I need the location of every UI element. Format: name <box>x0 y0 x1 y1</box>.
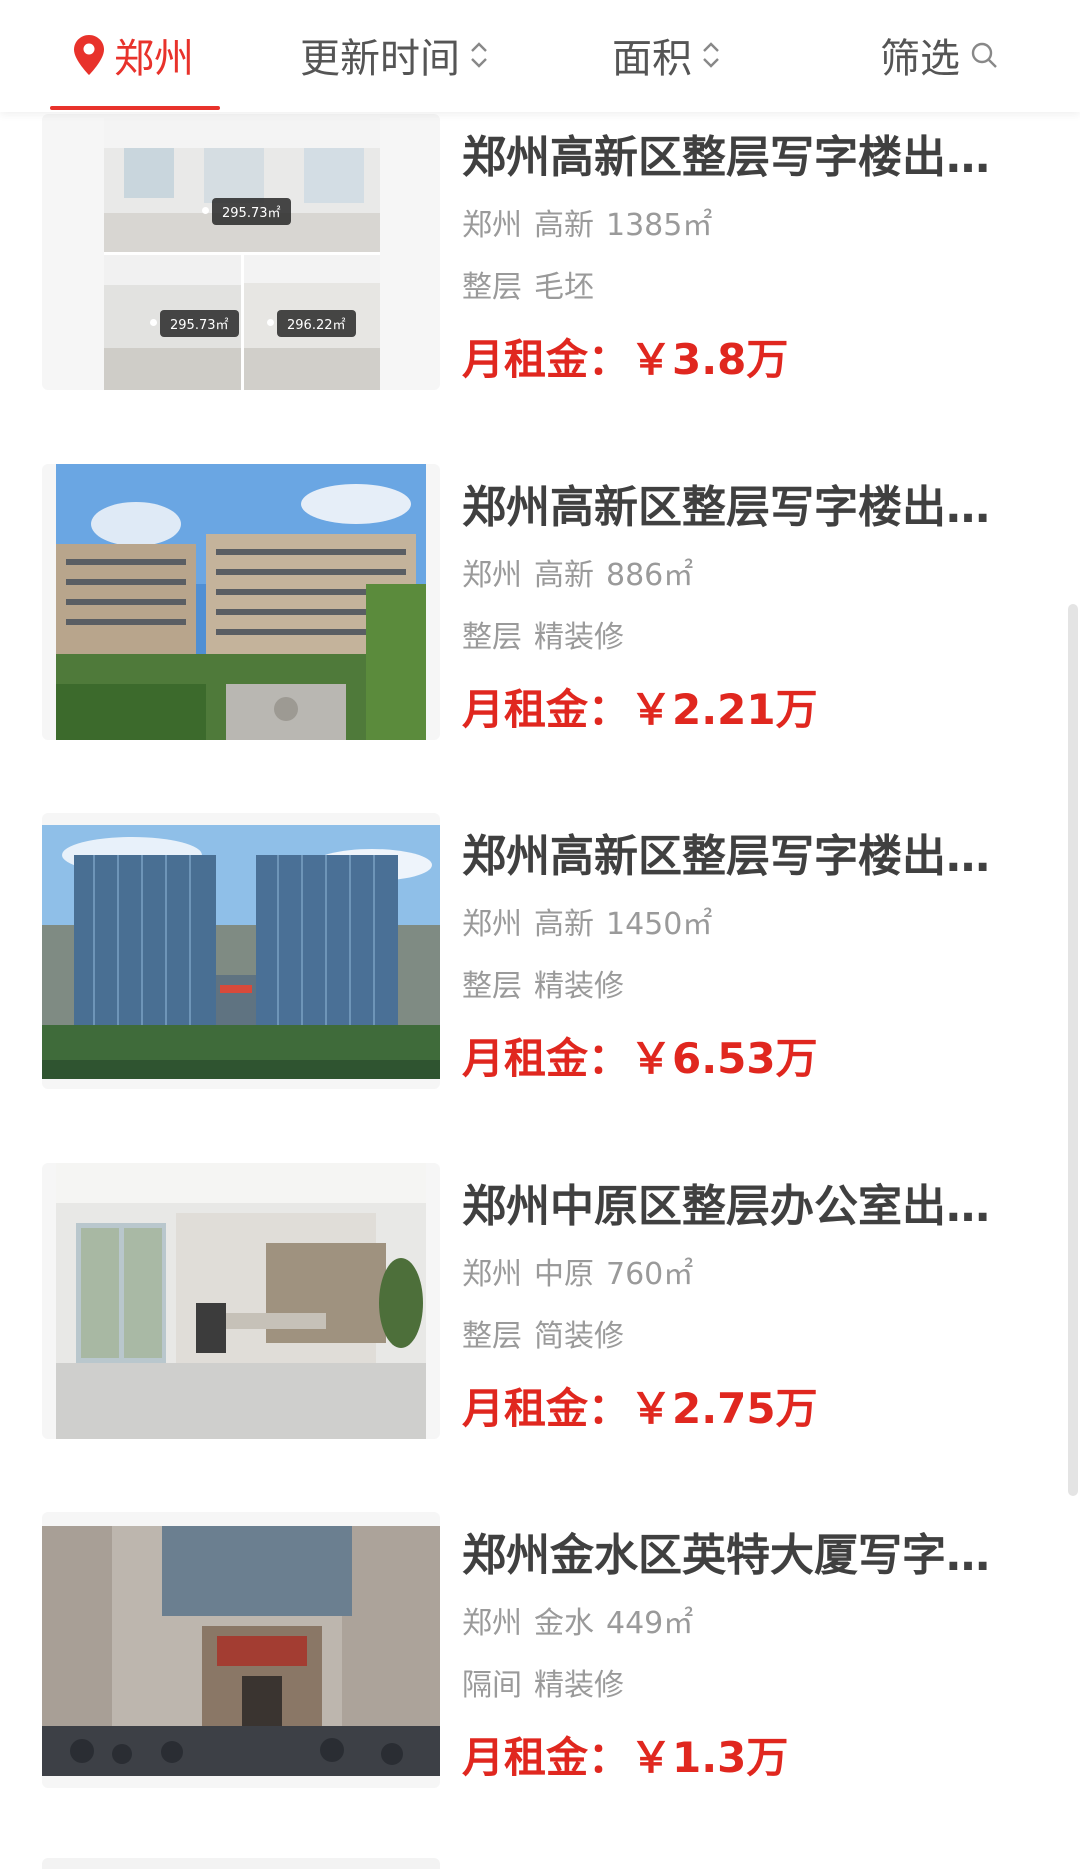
listing-tags: 整层 精装修 <box>462 618 1022 658</box>
sort-icon <box>471 42 487 68</box>
area-label: 面积 <box>612 36 692 82</box>
update-time-label: 更新时间 <box>300 36 460 82</box>
listing-location-size: 郑州 高新 1385㎡ <box>462 206 1022 246</box>
listing-size: 449㎡ <box>606 1606 694 1641</box>
listing-city: 郑州 <box>462 907 522 942</box>
listing-location-size: 郑州 高新 1450㎡ <box>462 905 1022 945</box>
listing-card[interactable]: 郑州中原区整层办公室出… 郑州 中原 760㎡ 整层 简装修 月租金：￥2.75… <box>42 1163 1042 1443</box>
sort-area[interactable]: 面积 <box>612 26 722 84</box>
city-selector[interactable]: 郑州 <box>72 26 194 84</box>
listing-thumbnail[interactable] <box>42 813 440 1089</box>
listing-thumbnail[interactable] <box>42 1512 440 1788</box>
listing-price: 月租金：￥1.3万 <box>462 1733 789 1782</box>
listing-layout: 隔间 <box>462 1668 522 1703</box>
location-pin-icon <box>74 35 104 75</box>
filter-bar: 郑州 更新时间 面积 筛选 <box>0 0 1080 112</box>
listing-title[interactable]: 郑州金水区英特大厦写字… <box>462 1526 1007 1586</box>
listing-decoration: 简装修 <box>534 1319 624 1354</box>
listing-size: 1450㎡ <box>606 907 713 942</box>
building-entrance-image <box>42 1526 440 1776</box>
listing-decoration: 精装修 <box>534 620 624 655</box>
glass-tower-exterior-image <box>42 825 440 1079</box>
listing-title[interactable]: 郑州高新区整层写字楼出… <box>462 128 1007 188</box>
listing-location-size: 郑州 金水 449㎡ <box>462 1604 1022 1644</box>
listing-city: 郑州 <box>462 1257 522 1292</box>
listing-size: 760㎡ <box>606 1257 694 1292</box>
listing-district: 高新 <box>534 208 594 243</box>
listing-thumbnail[interactable] <box>42 1163 440 1439</box>
search-icon <box>971 42 997 68</box>
area-badge: 296.22㎡ <box>277 310 356 337</box>
listing-title[interactable]: 郑州高新区整层写字楼出… <box>462 478 1007 538</box>
listing-price: 月租金：￥2.75万 <box>462 1384 818 1433</box>
listing-decoration: 精装修 <box>534 1668 624 1703</box>
listing-district: 中原 <box>534 1257 594 1292</box>
area-badge: 295.73㎡ <box>212 198 291 225</box>
listing-card-partial <box>42 1858 440 1869</box>
listing-city: 郑州 <box>462 208 522 243</box>
listing-city: 郑州 <box>462 558 522 593</box>
scrollbar[interactable] <box>1068 604 1078 1496</box>
sort-icon <box>703 42 719 68</box>
listing-location-size: 郑州 高新 886㎡ <box>462 556 1022 596</box>
listing-layout: 整层 <box>462 1319 522 1354</box>
filter-button[interactable]: 筛选 <box>880 26 1000 84</box>
office-interior-collage-image <box>104 118 380 390</box>
sort-update-time[interactable]: 更新时间 <box>300 26 490 84</box>
listing-decoration: 毛坯 <box>534 270 594 305</box>
listing-thumbnail[interactable]: 295.73㎡ 295.73㎡ 296.22㎡ <box>42 114 440 390</box>
listing-district: 高新 <box>534 558 594 593</box>
listing-tags: 整层 简装修 <box>462 1317 1022 1357</box>
listing-decoration: 精装修 <box>534 969 624 1004</box>
area-badge: 295.73㎡ <box>160 310 239 337</box>
listing-card[interactable]: 郑州高新区整层写字楼出… 郑州 高新 886㎡ 整层 精装修 月租金：￥2.21… <box>42 464 1042 744</box>
listing-layout: 整层 <box>462 270 522 305</box>
listing-layout: 整层 <box>462 620 522 655</box>
office-building-exterior-image <box>56 464 426 740</box>
listing-district: 金水 <box>534 1606 594 1641</box>
listing-district: 高新 <box>534 907 594 942</box>
listing-card[interactable]: 郑州高新区整层写字楼出… 郑州 高新 1450㎡ 整层 精装修 月租金：￥6.5… <box>42 813 1042 1093</box>
listing-tags: 隔间 精装修 <box>462 1666 1022 1706</box>
listing-location-size: 郑州 中原 760㎡ <box>462 1255 1022 1295</box>
listing-layout: 整层 <box>462 969 522 1004</box>
active-tab-indicator <box>50 106 220 110</box>
filter-label: 筛选 <box>880 36 960 82</box>
listing-title[interactable]: 郑州高新区整层写字楼出… <box>462 827 1007 887</box>
listing-tags: 整层 精装修 <box>462 967 1022 1007</box>
listing-thumbnail[interactable] <box>42 464 440 740</box>
listing-price: 月租金：￥3.8万 <box>462 335 789 384</box>
listing-title[interactable]: 郑州中原区整层办公室出… <box>462 1177 1007 1237</box>
office-room-interior-image <box>56 1163 426 1439</box>
listing-price: 月租金：￥6.53万 <box>462 1034 818 1083</box>
city-label: 郑州 <box>114 36 194 82</box>
listing-card[interactable]: 郑州金水区英特大厦写字… 郑州 金水 449㎡ 隔间 精装修 月租金：￥1.3万 <box>42 1512 1042 1792</box>
listing-card[interactable]: 295.73㎡ 295.73㎡ 296.22㎡ 郑州高新区整层写字楼出… 郑州 … <box>42 114 1042 394</box>
listing-tags: 整层 毛坯 <box>462 268 1022 308</box>
listing-size: 886㎡ <box>606 558 694 593</box>
listing-price: 月租金：￥2.21万 <box>462 685 818 734</box>
listing-size: 1385㎡ <box>606 208 713 243</box>
listing-city: 郑州 <box>462 1606 522 1641</box>
